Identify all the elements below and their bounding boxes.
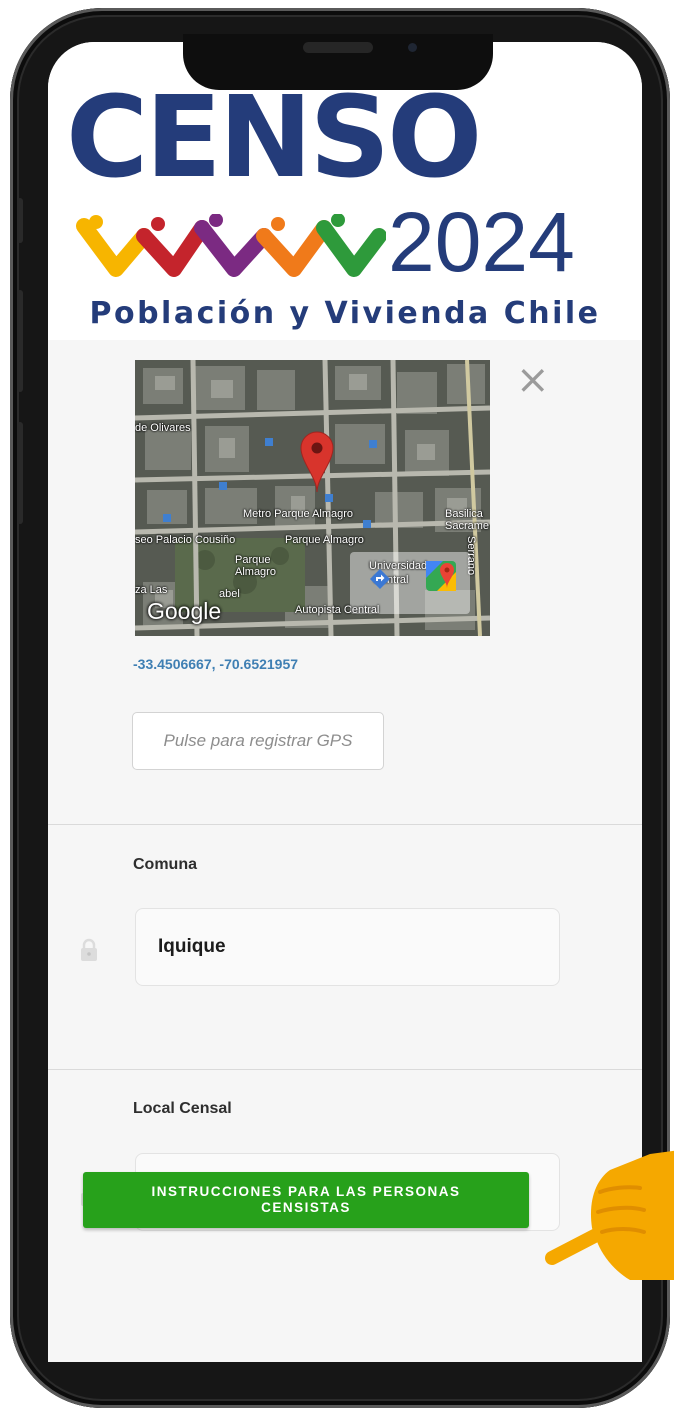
map-label-basilica: Basilica <box>445 508 483 520</box>
phone-volume-up <box>17 290 23 392</box>
phone-side-button <box>17 198 23 243</box>
map-label-palacio: seo Palacio Cousiño <box>135 534 236 546</box>
map-label-parque-almagro: Parque Almagro <box>285 534 364 546</box>
local-censal-label: Local Censal <box>133 1100 232 1117</box>
logo-censo-text: CENSO <box>66 73 482 203</box>
map-label-olivares: de Olivares <box>135 422 191 434</box>
google-maps-app-icon[interactable] <box>425 560 457 592</box>
phone-notch <box>183 34 493 90</box>
map-label-zona-las: za Las <box>135 584 168 596</box>
phone-speaker <box>303 42 373 53</box>
comuna-label: Comuna <box>133 856 197 873</box>
section-divider <box>48 1069 642 1070</box>
location-map[interactable]: de Olivares Metro Parque Almagro seo Pal… <box>135 360 490 636</box>
section-divider <box>48 824 642 825</box>
map-label-isabel: abel <box>219 588 240 600</box>
logo-tagline: Población y Vivienda Chile <box>89 296 601 331</box>
map-label-almagro: Almagro <box>235 566 276 578</box>
instructions-button[interactable]: INSTRUCCIONES PARA LAS PERSONAS CENSISTA… <box>83 1172 529 1228</box>
map-label-autopista: Autopista Central <box>295 604 380 616</box>
logo-year: 2024 <box>388 195 575 289</box>
comuna-field: Iquique <box>135 908 560 986</box>
phone-camera <box>408 43 417 52</box>
directions-icon[interactable] <box>369 568 391 590</box>
instructions-button-label: INSTRUCCIONES PARA LAS PERSONAS CENSISTA… <box>151 1184 461 1215</box>
phone-volume-down <box>17 422 23 524</box>
pointing-hand-icon <box>545 1150 674 1280</box>
lock-icon <box>81 938 97 961</box>
google-logo: Google <box>147 598 222 624</box>
map-label-metro: Metro Parque Almagro <box>243 508 354 520</box>
close-icon[interactable]: × <box>516 360 550 400</box>
gps-coordinates: -33.4506667, -70.6521957 <box>133 656 299 672</box>
register-gps-button[interactable]: Pulse para registrar GPS <box>132 712 384 770</box>
map-label-sacrame: Sacrame <box>445 520 490 532</box>
logo-people-zigzag-icon <box>76 214 386 277</box>
map-label-parque: Parque <box>235 554 271 566</box>
